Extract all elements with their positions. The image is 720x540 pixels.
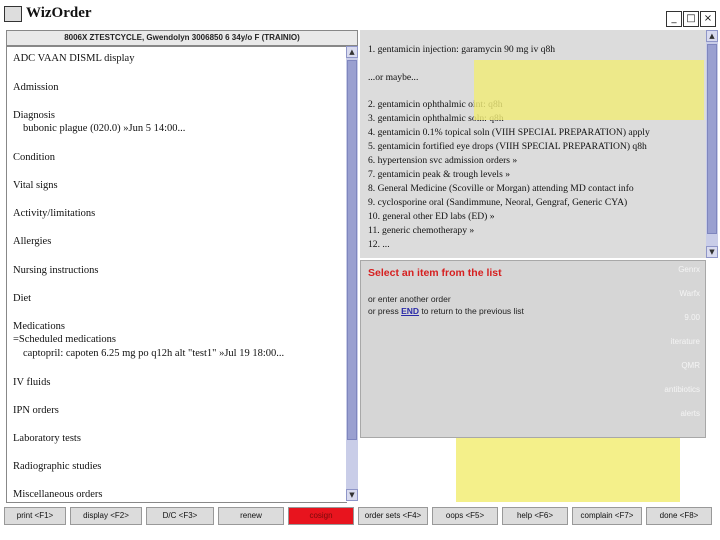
side-button-900[interactable]: 9.00	[684, 313, 700, 322]
list-item[interactable]: Laboratory tests	[13, 433, 81, 444]
app-icon	[4, 6, 22, 22]
list-item[interactable]: 10. general other ED labs (ED) »	[368, 211, 495, 222]
list-item[interactable]: Nursing instructions	[13, 265, 98, 276]
minimize-button[interactable]: _	[666, 11, 682, 27]
annotation-highlight	[456, 438, 680, 502]
list-item[interactable]: 12. ...	[368, 239, 390, 250]
title-bar	[0, 0, 720, 30]
side-button-genrx[interactable]: Genrx	[678, 265, 700, 274]
side-button-antibiotics[interactable]: antibiotics	[664, 385, 700, 394]
list-item[interactable]: 5. gentamicin fortified eye drops (VIIH …	[368, 141, 647, 152]
scroll-down-icon[interactable]: ▼	[706, 246, 718, 258]
list-item[interactable]: Miscellaneous orders	[13, 489, 103, 500]
list-item[interactable]: 1. gentamicin injection: garamycin 90 mg…	[368, 44, 555, 55]
prompt-text: to return to the previous list	[419, 306, 524, 316]
list-item[interactable]: 7. gentamicin peak & trough levels »	[368, 169, 510, 180]
side-button-warfx[interactable]: Warfx	[679, 289, 700, 298]
scroll-down-icon[interactable]: ▼	[346, 489, 358, 501]
renew-button[interactable]: renew	[218, 507, 284, 525]
scroll-up-icon[interactable]: ▲	[346, 46, 358, 58]
annotation-highlight	[474, 60, 704, 120]
prompt-title: Select an item from the list	[368, 267, 502, 279]
end-link[interactable]: END	[401, 306, 419, 316]
list-item[interactable]: ADC VAAN DISML display	[13, 53, 134, 64]
print-button[interactable]: print <F1>	[4, 507, 66, 525]
list-item: ...or maybe...	[368, 72, 419, 83]
left-scroll-thumb[interactable]	[347, 60, 357, 440]
scroll-up-icon[interactable]: ▲	[706, 30, 718, 42]
list-item[interactable]: IV fluids	[13, 377, 50, 388]
list-item[interactable]: Radiographic studies	[13, 461, 101, 472]
list-item[interactable]: 4. gentamicin 0.1% topical soln (VIIH SP…	[368, 127, 650, 138]
side-button-literature[interactable]: iterature	[671, 337, 700, 346]
patient-header: 8006X ZTESTCYCLE, Gwendolyn 3006850 6 34…	[6, 30, 358, 46]
list-item[interactable]: Activity/limitations	[13, 208, 95, 219]
list-item[interactable]: Diagnosis	[13, 110, 55, 121]
list-item[interactable]: Diet	[13, 293, 31, 304]
oops-button[interactable]: oops <F5>	[432, 507, 498, 525]
prompt-line: or press END to return to the previous l…	[368, 306, 524, 316]
prompt-text: or press	[368, 306, 402, 316]
list-item[interactable]: 9. cyclosporine oral (Sandimmune, Neoral…	[368, 197, 627, 208]
order-sets-button[interactable]: order sets <F4>	[358, 507, 428, 525]
list-item[interactable]: 8. General Medicine (Scoville or Morgan)…	[368, 183, 634, 194]
done-button[interactable]: done <F8>	[646, 507, 712, 525]
list-item[interactable]: IPN orders	[13, 405, 59, 416]
prompt-line: or enter another order	[368, 294, 451, 304]
list-item[interactable]: captopril: capoten 6.25 mg po q12h alt "…	[23, 348, 284, 359]
order-summary-pane[interactable]: ADC VAAN DISML display Admission Diagnos…	[6, 46, 347, 503]
prompt-panel	[360, 260, 706, 438]
help-button[interactable]: help <F6>	[502, 507, 568, 525]
window-title: WizOrder	[26, 5, 92, 21]
close-button[interactable]: ×	[700, 11, 716, 27]
right-scroll-thumb[interactable]	[707, 44, 717, 234]
list-item[interactable]: 11. generic chemotherapy »	[368, 225, 474, 236]
complain-button[interactable]: complain <F7>	[572, 507, 642, 525]
list-item[interactable]: Vital signs	[13, 180, 58, 191]
dc-button[interactable]: D/C <F3>	[146, 507, 214, 525]
display-button[interactable]: display <F2>	[70, 507, 142, 525]
list-item[interactable]: =Scheduled medications	[13, 334, 116, 345]
maximize-button[interactable]: □	[683, 11, 699, 27]
side-button-alerts[interactable]: alerts	[680, 409, 700, 418]
list-item[interactable]: Admission	[13, 82, 59, 93]
side-button-qmr[interactable]: QMR	[681, 361, 700, 370]
list-item[interactable]: bubonic plague (020.0) »Jun 5 14:00...	[23, 123, 185, 134]
list-item[interactable]: 6. hypertension svc admission orders »	[368, 155, 517, 166]
cosign-button[interactable]: cosign	[288, 507, 354, 525]
list-item[interactable]: Medications	[13, 321, 65, 332]
list-item[interactable]: Allergies	[13, 236, 51, 247]
list-item[interactable]: Condition	[13, 152, 55, 163]
